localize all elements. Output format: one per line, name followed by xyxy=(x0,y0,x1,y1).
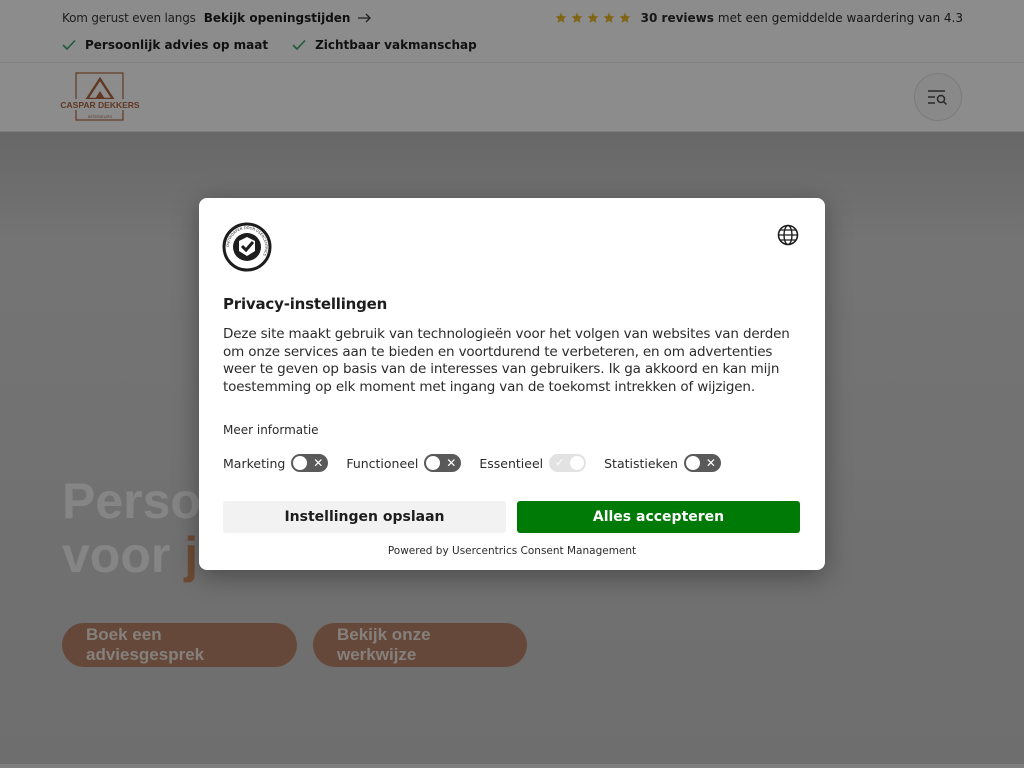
toggle-label: Functioneel xyxy=(346,455,419,471)
close-icon: ✕ xyxy=(705,456,716,470)
statistieken-switch[interactable]: ✕ xyxy=(683,454,721,472)
toggle-functioneel: Functioneel ✕ xyxy=(346,454,462,472)
save-settings-button[interactable]: Instellingen opslaan xyxy=(223,501,506,533)
toggle-statistieken: Statistieken ✕ xyxy=(604,454,721,472)
powered-by-text[interactable]: Powered by Usercentrics Consent Manageme… xyxy=(199,545,825,557)
toggle-essentieel: Essentieel ✓ xyxy=(479,454,587,472)
consent-body-text: Deze site maakt gebruik van technologieë… xyxy=(223,326,790,395)
privacy-consent-dialog: ONTWORPEN DOOR USERCENTRICS Privacy-inst… xyxy=(199,198,825,570)
close-icon: ✕ xyxy=(446,456,457,470)
consent-provider-logo: ONTWORPEN DOOR USERCENTRICS xyxy=(222,222,272,272)
toggle-label: Essentieel xyxy=(479,455,544,471)
accept-all-button[interactable]: Alles accepteren xyxy=(517,501,800,533)
consent-title: Privacy-instellingen xyxy=(223,295,388,313)
language-globe-icon[interactable] xyxy=(777,224,799,246)
check-icon: ✓ xyxy=(555,456,565,469)
toggle-label: Marketing xyxy=(223,455,286,471)
consent-toggles: Marketing ✕ Functioneel ✕ Essentieel ✓ S… xyxy=(223,454,739,472)
marketing-switch[interactable]: ✕ xyxy=(291,454,329,472)
toggle-marketing: Marketing ✕ xyxy=(223,454,329,472)
essentieel-switch: ✓ xyxy=(549,454,587,472)
toggle-label: Statistieken xyxy=(604,455,678,471)
functioneel-switch[interactable]: ✕ xyxy=(424,454,462,472)
close-icon: ✕ xyxy=(313,456,324,470)
more-info-link[interactable]: Meer informatie xyxy=(223,423,319,437)
